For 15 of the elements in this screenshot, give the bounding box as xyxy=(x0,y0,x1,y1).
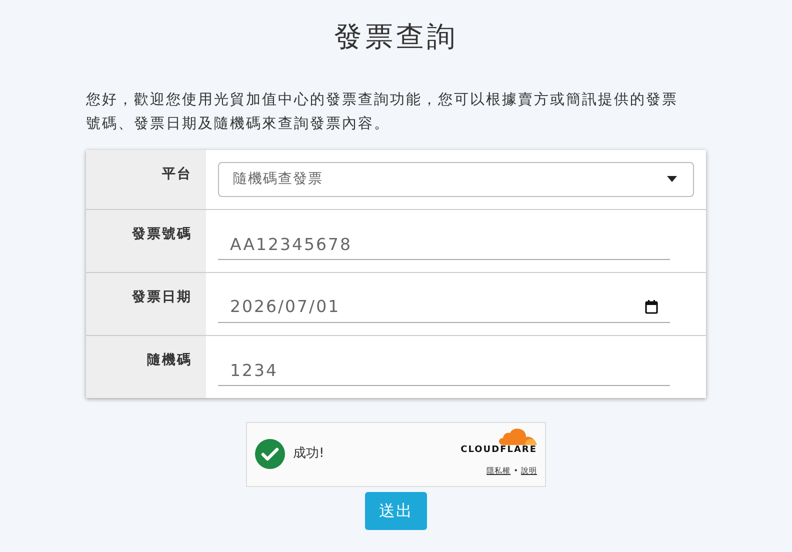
captcha-status: 成功! xyxy=(293,445,326,464)
cloud-logo-icon xyxy=(499,428,537,446)
brand-name: CLOUDFLARE xyxy=(460,445,537,456)
calendar-icon[interactable] xyxy=(645,300,658,314)
input-field[interactable]: AA12345678 xyxy=(218,222,670,260)
field-label: 發票號碼 xyxy=(86,210,206,272)
platform-select[interactable]: 隨機碼查發票 xyxy=(218,162,694,197)
page-title: 發票查詢 xyxy=(333,20,459,54)
date-field[interactable]: 2026/07/01 xyxy=(218,284,670,323)
intro-paragraph: 您好，歡迎您使用光貿加值中心的發票查詢功能，您可以根據賣方或簡訊提供的發票號碼、發票日期及隨機碼來查詢發票內容。 xyxy=(86,90,679,134)
field-label: 發票日期 xyxy=(86,272,206,335)
input-field[interactable]: 1234 xyxy=(218,348,670,386)
caret-icon xyxy=(667,176,677,182)
field-label: 平台 xyxy=(86,150,206,209)
field-label: 隨機碼 xyxy=(86,336,206,398)
